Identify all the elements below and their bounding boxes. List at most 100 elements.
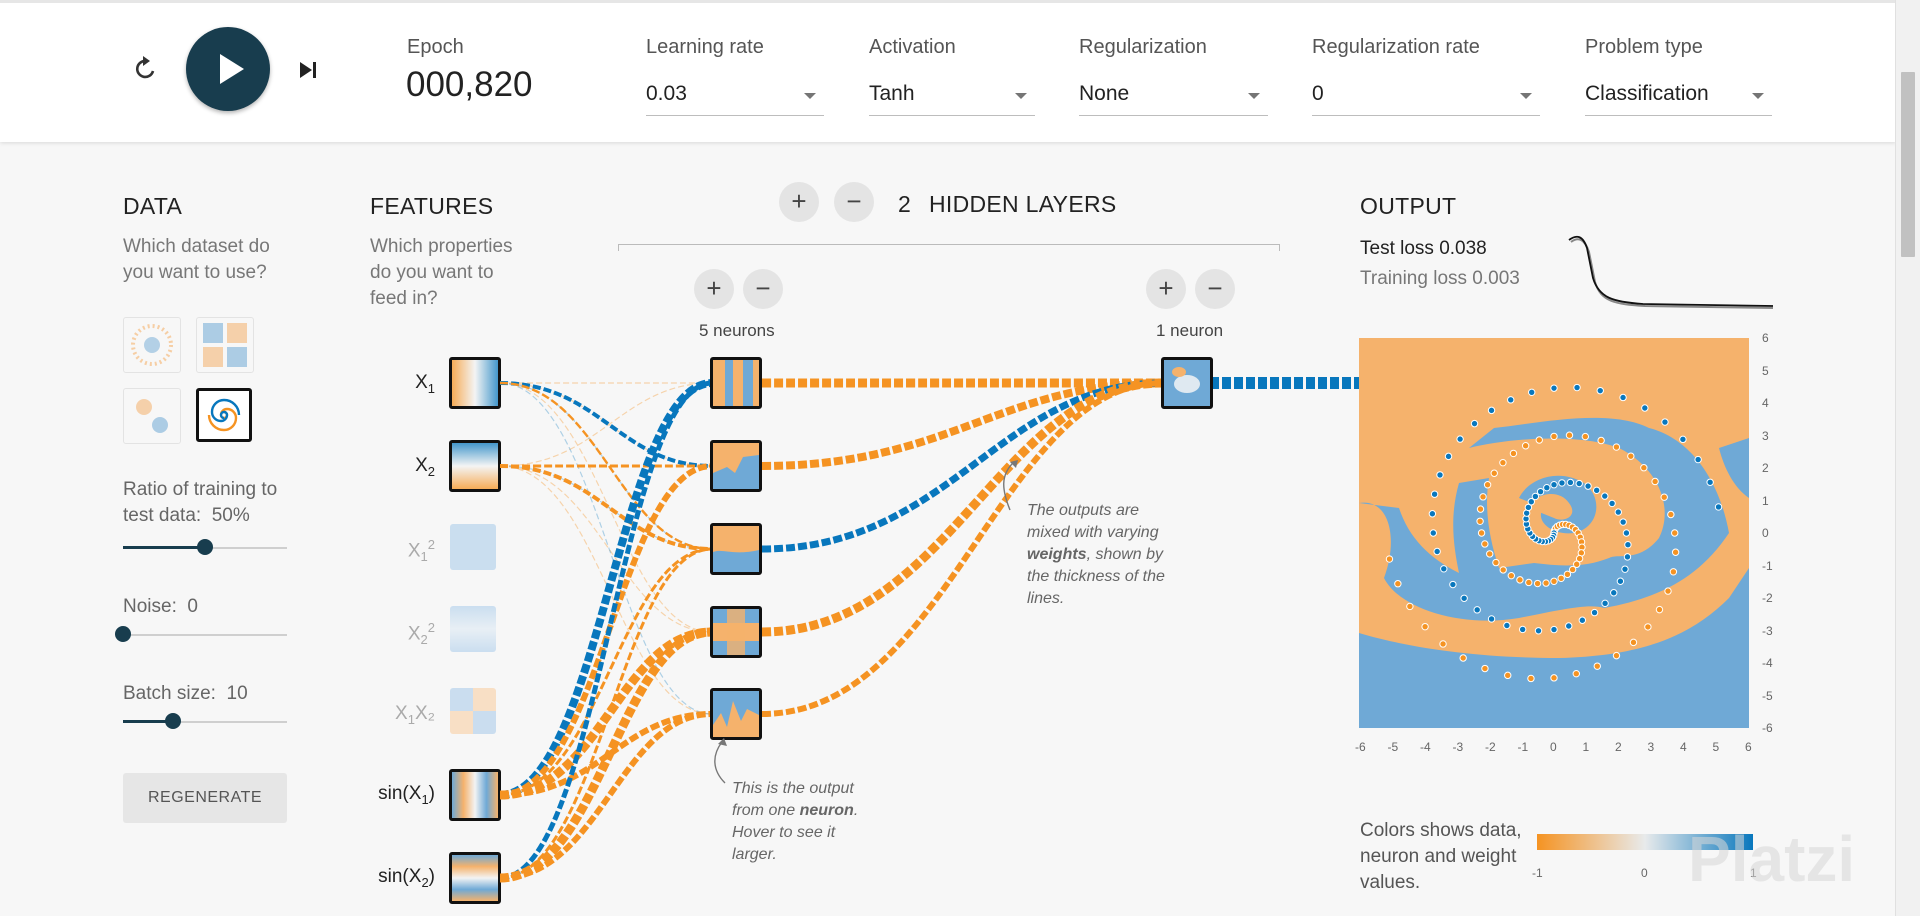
x-axis-tick: -1 [1517, 740, 1529, 754]
data-point [1593, 662, 1601, 670]
data-point [1449, 580, 1457, 589]
platzi-watermark: Platzi [1688, 823, 1856, 895]
y-axis-tick: -2 [1762, 591, 1773, 605]
y-axis-tick: -4 [1762, 656, 1773, 670]
data-point [1575, 479, 1583, 488]
data-point [1525, 578, 1533, 587]
data-point [1619, 518, 1627, 526]
data-point [1671, 548, 1680, 556]
data-point [1499, 458, 1507, 467]
data-point [1655, 605, 1664, 614]
data-point [1470, 419, 1479, 428]
data-point [1543, 483, 1551, 492]
output-heatmap[interactable] [1359, 338, 1749, 728]
y-axis-tick: 6 [1762, 331, 1769, 345]
data-point [1671, 529, 1679, 537]
data-point [1483, 481, 1492, 489]
data-point [1694, 455, 1702, 464]
data-point [1601, 599, 1609, 608]
data-point [1503, 621, 1511, 630]
data-point [1612, 651, 1621, 660]
x-axis-tick: 0 [1550, 740, 1557, 754]
data-point [1421, 622, 1429, 631]
data-point [1509, 449, 1518, 458]
data-point [1601, 492, 1609, 500]
data-point [1558, 479, 1566, 487]
data-point [1660, 493, 1668, 501]
data-point [1521, 442, 1530, 450]
x-axis-tick: -2 [1485, 740, 1496, 754]
legend-text: Colors shows data, neuron and weight val… [1360, 820, 1522, 893]
data-point [1477, 529, 1486, 537]
legend-tick-mid: 0 [1641, 866, 1648, 880]
data-point [1394, 580, 1402, 588]
data-point [1504, 671, 1512, 680]
data-point [1640, 464, 1648, 472]
test-loss: Test loss 0.038 [1360, 238, 1487, 259]
data-point [1406, 602, 1414, 611]
data-point [1664, 587, 1672, 595]
data-point [1623, 553, 1632, 561]
data-point [1714, 503, 1723, 511]
data-point [1487, 615, 1496, 623]
data-point [1430, 490, 1439, 498]
scrollbar-thumb[interactable] [1901, 72, 1915, 257]
data-point [1507, 571, 1516, 580]
data-point [1550, 577, 1558, 585]
data-point [1644, 623, 1652, 631]
y-axis-tick: -5 [1762, 688, 1773, 703]
data-point [1507, 396, 1515, 404]
data-point [1581, 432, 1590, 441]
data-point [1533, 579, 1542, 588]
training-loss: Training loss 0.003 [1360, 268, 1520, 289]
data-point [1536, 487, 1545, 496]
data-point [1584, 482, 1592, 490]
vertical-scrollbar[interactable] [1895, 0, 1920, 916]
data-point [1629, 638, 1638, 647]
data-point [1566, 478, 1575, 487]
data-point [1492, 558, 1500, 567]
data-point [1428, 510, 1437, 518]
data-point [1528, 388, 1536, 397]
data-point [1534, 627, 1543, 635]
data-point [1490, 469, 1498, 477]
data-point [1621, 565, 1629, 573]
data-point [1661, 418, 1669, 426]
data-point [1565, 431, 1574, 439]
data-point [1651, 477, 1659, 486]
data-point [1542, 579, 1550, 587]
x-axis-tick: 2 [1615, 740, 1622, 754]
x-axis-tick: 5 [1712, 740, 1720, 754]
data-point [1597, 436, 1605, 445]
data-point [1550, 674, 1558, 682]
y-axis-tick: 5 [1762, 363, 1769, 378]
data-point [1456, 435, 1464, 443]
y-axis-tick: 1 [1762, 493, 1769, 508]
x-axis-tick: 3 [1647, 740, 1655, 754]
data-point [1444, 452, 1453, 461]
y-axis-tick: 3 [1762, 428, 1769, 443]
data-point [1527, 674, 1535, 683]
data-point [1439, 640, 1447, 648]
data-point [1476, 505, 1485, 513]
data-point [1578, 616, 1587, 624]
x-axis-tick: -4 [1420, 740, 1431, 754]
data-point [1616, 577, 1625, 585]
data-point [1624, 541, 1632, 549]
data-point [1573, 383, 1581, 392]
data-point [1610, 589, 1618, 597]
data-point [1516, 576, 1524, 584]
data-point [1486, 550, 1494, 558]
data-point [1481, 664, 1489, 673]
data-point [1568, 565, 1577, 574]
data-point [1440, 565, 1448, 573]
data-point [1550, 625, 1558, 634]
data-point [1557, 574, 1565, 583]
data-point [1550, 481, 1558, 489]
data-point [1476, 517, 1484, 525]
legend-tick-min: -1 [1532, 866, 1543, 880]
data-point [1473, 606, 1481, 614]
data-point [1592, 486, 1601, 495]
data-point [1531, 492, 1540, 501]
data-point [1487, 406, 1496, 415]
